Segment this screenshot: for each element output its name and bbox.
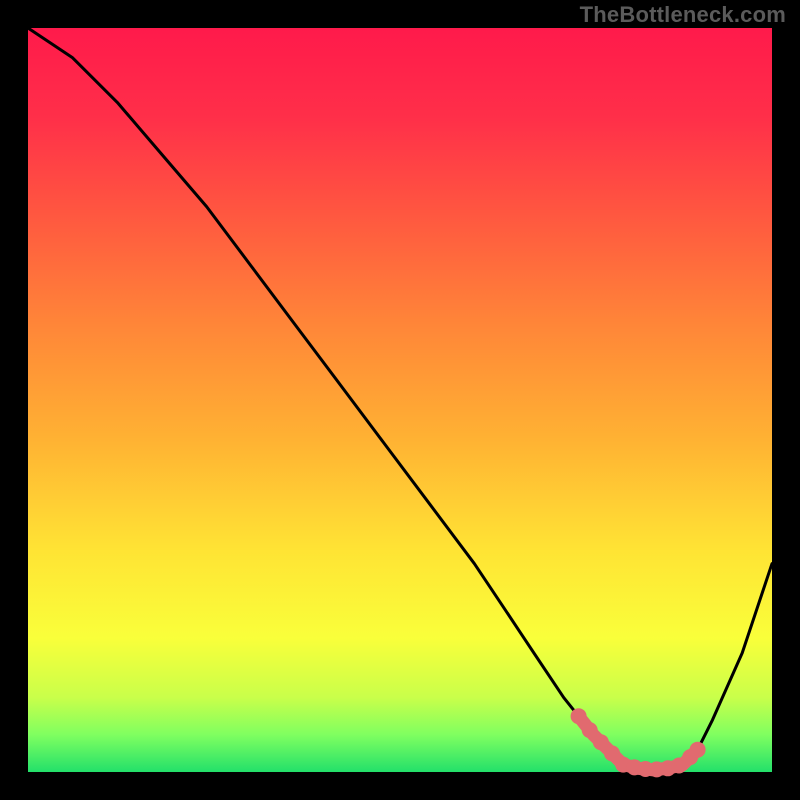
watermark-text: TheBottleneck.com (580, 2, 786, 28)
plot-background (28, 28, 772, 772)
bottleneck-chart (0, 0, 800, 800)
highlight-dot (571, 708, 587, 724)
highlight-dot (582, 722, 598, 738)
highlight-dot (690, 742, 706, 758)
chart-frame: TheBottleneck.com (0, 0, 800, 800)
